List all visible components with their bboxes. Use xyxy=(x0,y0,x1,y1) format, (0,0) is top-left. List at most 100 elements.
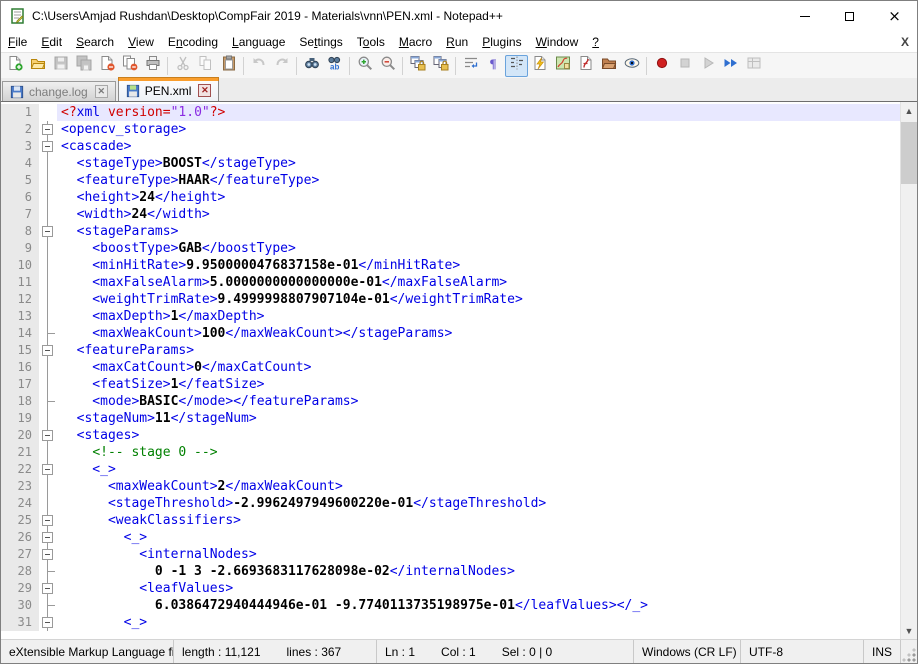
fold-margin xyxy=(39,104,57,121)
line-number: 15 xyxy=(1,342,39,359)
code-text: <stageParams> xyxy=(57,223,900,240)
fold-collapse-icon[interactable] xyxy=(39,121,57,138)
macro-record-button[interactable] xyxy=(650,55,673,77)
line-number: 7 xyxy=(1,206,39,223)
word-wrap-button[interactable] xyxy=(459,55,482,77)
save-macro-icon xyxy=(746,55,762,76)
menu-item-edit[interactable]: Edit xyxy=(34,32,69,52)
tab-pen-xml[interactable]: PEN.xml✕ xyxy=(118,77,220,101)
close-file-button[interactable] xyxy=(95,55,118,77)
fold-collapse-icon[interactable] xyxy=(39,580,57,597)
code-text: 6.0386472940444946e-01 -9.77401137351989… xyxy=(57,597,900,614)
save-all-icon xyxy=(76,55,92,76)
replace-button[interactable]: ab xyxy=(323,55,346,77)
fold-box-glyph xyxy=(42,583,53,594)
close-button[interactable]: × xyxy=(872,1,917,31)
line-number: 10 xyxy=(1,257,39,274)
pilcrow-icon: ¶ xyxy=(486,55,502,76)
minimize-button[interactable] xyxy=(782,1,827,31)
fold-collapse-icon[interactable] xyxy=(39,427,57,444)
maximize-button[interactable] xyxy=(827,1,872,31)
sync-horizontal-scroll-button[interactable] xyxy=(429,55,452,77)
menu-item-settings[interactable]: Settings xyxy=(292,32,349,52)
line-number: 24 xyxy=(1,495,39,512)
fold-collapse-icon[interactable] xyxy=(39,342,57,359)
function-list-button[interactable] xyxy=(574,55,597,77)
status-cursor-position-text: Col : 1 xyxy=(441,645,476,659)
open-folder-icon xyxy=(30,55,46,76)
scroll-down-icon[interactable]: ▼ xyxy=(901,622,917,639)
zoom-in-button[interactable] xyxy=(353,55,376,77)
print-button[interactable] xyxy=(141,55,164,77)
play-icon xyxy=(700,55,716,76)
line-number: 16 xyxy=(1,359,39,376)
open-file-button[interactable] xyxy=(26,55,49,77)
text-editor[interactable]: 1<?xml version="1.0"?>2<opencv_storage>3… xyxy=(1,102,900,639)
menu-item-view[interactable]: View xyxy=(121,32,161,52)
menu-item-tools[interactable]: Tools xyxy=(350,32,392,52)
status-doc-type: eXtensible Markup Language file xyxy=(1,640,174,663)
vertical-scrollbar[interactable]: ▲ ▼ xyxy=(900,102,917,639)
tab-close-icon[interactable]: ✕ xyxy=(198,84,211,97)
zoom-out-button[interactable] xyxy=(376,55,399,77)
document-monitoring-button[interactable] xyxy=(620,55,643,77)
close-all-button[interactable] xyxy=(118,55,141,77)
macro-run-multiple-button[interactable] xyxy=(719,55,742,77)
menu-close-document-button[interactable]: X xyxy=(901,35,909,49)
status-doc-stats-text: length : 11,121 xyxy=(182,645,261,659)
fold-collapse-icon[interactable] xyxy=(39,138,57,155)
fold-collapse-icon[interactable] xyxy=(39,512,57,529)
document-map-button[interactable] xyxy=(551,55,574,77)
line-number: 21 xyxy=(1,444,39,461)
menu-item-file[interactable]: File xyxy=(1,32,34,52)
fold-margin xyxy=(39,359,57,376)
status-eol-format: Windows (CR LF) xyxy=(634,640,741,663)
menu-item-search[interactable]: Search xyxy=(69,32,121,52)
fold-collapse-icon[interactable] xyxy=(39,614,57,631)
toolbar-separator xyxy=(349,57,350,75)
menu-item-plugins[interactable]: Plugins xyxy=(475,32,528,52)
title-bar: C:\Users\Amjad Rushdan\Desktop\CompFair … xyxy=(1,1,917,31)
code-text: <internalNodes> xyxy=(57,546,900,563)
menu-item-window[interactable]: Window xyxy=(529,32,586,52)
fold-collapse-icon[interactable] xyxy=(39,223,57,240)
close-icon: × xyxy=(888,9,901,24)
fold-collapse-icon[interactable] xyxy=(39,546,57,563)
fold-box-glyph xyxy=(42,515,53,526)
paste-icon xyxy=(221,55,237,76)
fold-collapse-icon[interactable] xyxy=(39,529,57,546)
tab-change-log[interactable]: change.log✕ xyxy=(2,81,116,101)
show-indent-guide-button[interactable] xyxy=(505,55,528,77)
new-file-button[interactable] xyxy=(3,55,26,77)
toolbar: ab ¶ xyxy=(1,52,917,78)
folder-as-workspace-button[interactable] xyxy=(597,55,620,77)
scrollbar-track[interactable] xyxy=(901,119,917,622)
redo-button xyxy=(270,55,293,77)
sync-h-icon xyxy=(433,55,449,76)
menu-item-macro[interactable]: Macro xyxy=(392,32,439,52)
menu-item-?[interactable]: ? xyxy=(585,32,606,52)
line-number: 30 xyxy=(1,597,39,614)
menu-item-run[interactable]: Run xyxy=(439,32,475,52)
tab-close-icon[interactable]: ✕ xyxy=(95,85,108,98)
code-line: 15 <featureParams> xyxy=(1,342,900,359)
save-button xyxy=(49,55,72,77)
paste-button[interactable] xyxy=(217,55,240,77)
fold-box-glyph xyxy=(42,430,53,441)
scrollbar-thumb[interactable] xyxy=(901,122,917,184)
find-button[interactable] xyxy=(300,55,323,77)
zoom-in-icon xyxy=(357,55,373,76)
menu-item-language[interactable]: Language xyxy=(225,32,292,52)
scroll-up-icon[interactable]: ▲ xyxy=(901,102,917,119)
user-define-dialog-button[interactable] xyxy=(528,55,551,77)
zoom-out-icon xyxy=(380,55,396,76)
code-line: 21 <!-- stage 0 --> xyxy=(1,444,900,461)
resize-grip[interactable] xyxy=(901,647,917,663)
undo-button xyxy=(247,55,270,77)
fold-collapse-icon[interactable] xyxy=(39,461,57,478)
code-text: <maxWeakCount>100</maxWeakCount></stageP… xyxy=(57,325,900,342)
menu-item-encoding[interactable]: Encoding xyxy=(161,32,225,52)
show-all-characters-button[interactable]: ¶ xyxy=(482,55,505,77)
sync-vertical-scroll-button[interactable] xyxy=(406,55,429,77)
code-text: <stageType>BOOST</stageType> xyxy=(57,155,900,172)
